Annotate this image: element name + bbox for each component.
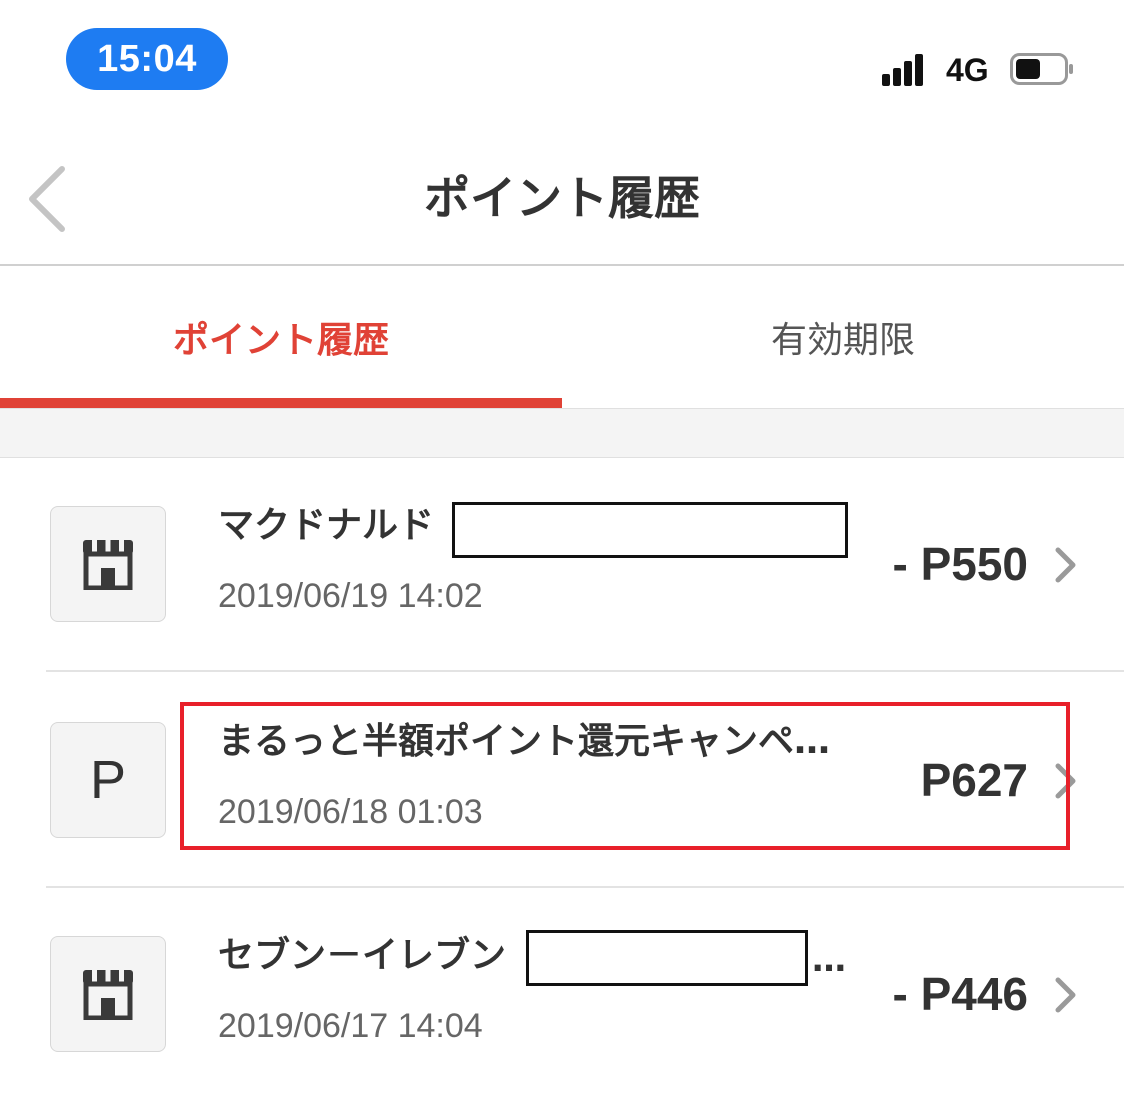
tab-point-history[interactable]: ポイント履歴: [0, 266, 562, 408]
history-date: 2019/06/18 01:03: [218, 793, 483, 831]
history-row-campaign[interactable]: P まるっと半額ポイント還元キャンペ… 2019/06/18 01:03 P62…: [0, 674, 1124, 888]
redaction-box: [526, 930, 808, 986]
history-amount: - P446: [892, 968, 1028, 1020]
store-icon: [50, 936, 166, 1052]
history-row-mcdonalds[interactable]: マクドナルド 2019/06/19 14:02 - P550: [0, 458, 1124, 672]
page-title: ポイント履歴: [424, 171, 700, 225]
history-amount: P627: [920, 754, 1028, 806]
chevron-right-icon: [1055, 547, 1076, 583]
history-title: まるっと半額ポイント還元キャンペ…: [218, 721, 831, 762]
points-icon: P: [50, 722, 166, 838]
points-history-screen: 15:04 4G ポイント履歴 ポイント履歴 有効期限 マクドナルド 2019/…: [0, 0, 1124, 1097]
chevron-right-icon: [1055, 977, 1076, 1013]
battery-icon: [1010, 53, 1073, 85]
status-time: 15:04: [66, 28, 228, 90]
title-ellipsis: …: [812, 940, 846, 980]
history-amount: - P550: [892, 538, 1028, 590]
history-title: マクドナルド: [218, 505, 435, 546]
signal-bars-icon: [882, 52, 934, 86]
redaction-box: [452, 502, 848, 558]
active-tab-indicator: [0, 398, 562, 408]
section-spacer: [0, 408, 1124, 458]
points-glyph: P: [89, 750, 127, 810]
history-title: セブン－イレブン: [218, 935, 507, 976]
network-type: 4G: [946, 52, 989, 88]
store-glyph: [83, 540, 133, 590]
history-row-seven-eleven[interactable]: セブン－イレブン … 2019/06/17 14:04 - P446: [0, 888, 1124, 1097]
tab-expiry-date[interactable]: 有効期限: [562, 266, 1124, 408]
store-glyph: [83, 970, 133, 1020]
history-date: 2019/06/19 14:02: [218, 577, 483, 615]
store-icon: [50, 506, 166, 622]
chevron-right-icon: [1055, 763, 1076, 799]
row-divider: [46, 670, 1124, 672]
history-date: 2019/06/17 14:04: [218, 1007, 483, 1045]
